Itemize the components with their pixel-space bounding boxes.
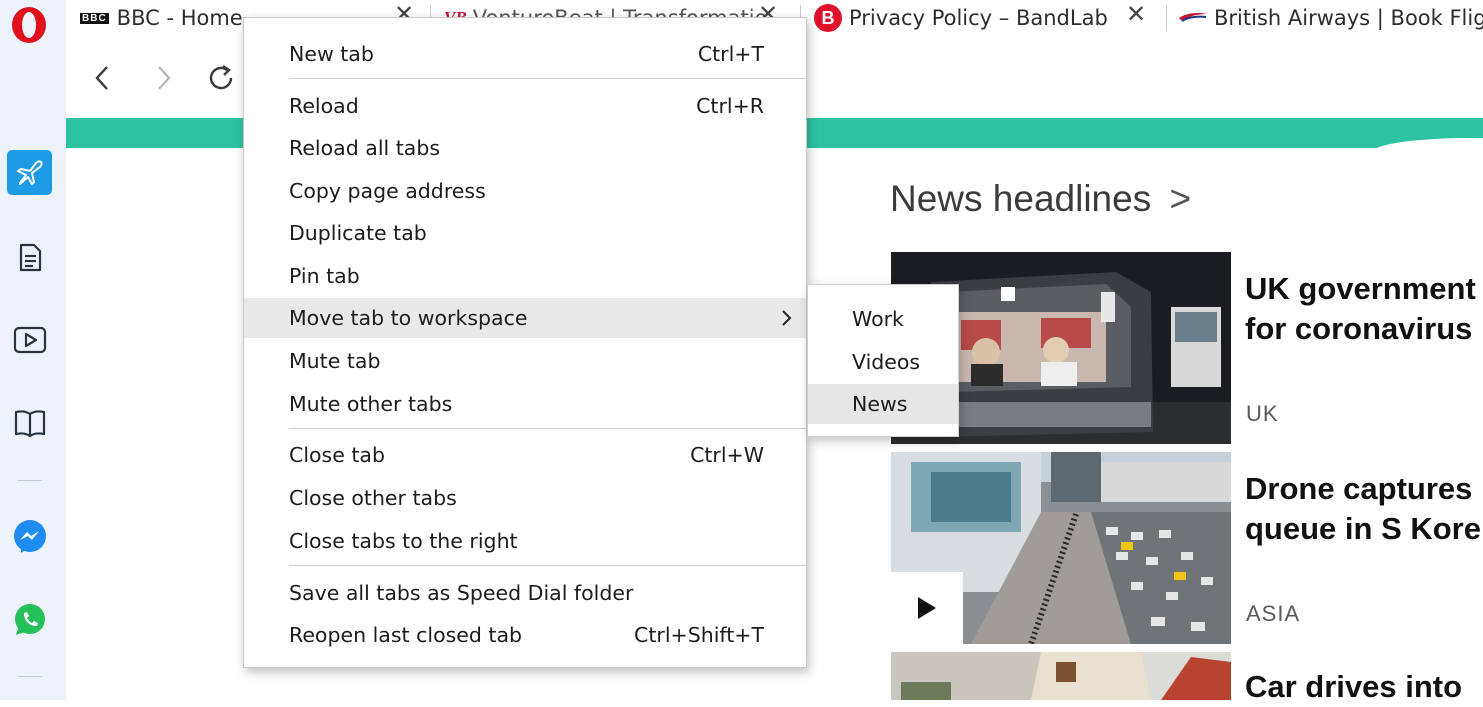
- menu-item-duplicate-tab[interactable]: Duplicate tab: [244, 213, 806, 253]
- menu-item-label: Save all tabs as Speed Dial folder: [289, 581, 634, 605]
- notes-icon[interactable]: [8, 236, 52, 280]
- opera-sidebar: [0, 0, 66, 700]
- menu-item-label: Close tab: [289, 443, 385, 467]
- workspace-submenu: Work Videos News: [807, 284, 959, 437]
- menu-separator: [289, 565, 807, 566]
- story-tag[interactable]: UK: [1246, 401, 1279, 427]
- tab-context-menu: New tab Ctrl+T Reload Ctrl+R Reload all …: [243, 17, 807, 668]
- menu-item-label: Copy page address: [289, 179, 486, 203]
- forward-icon[interactable]: [148, 63, 178, 93]
- back-icon[interactable]: [88, 63, 118, 93]
- bandlab-favicon-icon: B: [814, 4, 842, 32]
- workspace-item-videos[interactable]: Videos: [808, 342, 958, 382]
- menu-item-label: Mute other tabs: [289, 392, 453, 416]
- workspace-item-label: Work: [852, 307, 904, 331]
- bookmarks-reader-icon[interactable]: [8, 401, 52, 445]
- story-tag[interactable]: ASIA: [1246, 601, 1300, 627]
- tab-british-airways[interactable]: British Airways | Book Flight: [1178, 0, 1483, 36]
- story-title[interactable]: UK government for coronavirus: [1245, 269, 1476, 349]
- menu-separator: [289, 78, 807, 79]
- workspace-item-label: News: [852, 392, 908, 416]
- menu-item-close-tabs-to-right[interactable]: Close tabs to the right: [244, 521, 806, 561]
- workspace-item-label: Videos: [852, 350, 921, 374]
- sidebar-divider: [18, 676, 42, 677]
- story-title[interactable]: Car drives into: [1245, 667, 1462, 707]
- tab-bandlab[interactable]: B Privacy Policy – BandLab UK ✕: [814, 0, 1148, 36]
- menu-item-mute-tab[interactable]: Mute tab: [244, 341, 806, 381]
- menu-item-shortcut: Ctrl+T: [697, 42, 764, 66]
- menu-item-label: Reopen last closed tab: [289, 623, 523, 647]
- tab-divider: [1166, 5, 1167, 31]
- menu-item-label: Mute tab: [289, 349, 381, 373]
- menu-item-label: New tab: [289, 42, 374, 66]
- tab-title: British Airways | Book Flight: [1214, 6, 1483, 30]
- play-video-button[interactable]: [891, 572, 963, 644]
- menu-item-label: Duplicate tab: [289, 221, 427, 245]
- menu-item-label: Close other tabs: [289, 486, 457, 510]
- player-icon[interactable]: [8, 318, 52, 362]
- menu-item-label: Reload all tabs: [289, 136, 441, 160]
- story-image-car[interactable]: [891, 652, 1231, 700]
- menu-item-label: Move tab to workspace: [289, 306, 528, 330]
- section-title: News headlines: [890, 178, 1152, 219]
- british-airways-favicon-icon: [1178, 12, 1208, 24]
- chevron-right-icon: >: [1169, 178, 1192, 219]
- menu-item-new-tab[interactable]: New tab Ctrl+T: [244, 34, 806, 74]
- news-headlines-heading[interactable]: News headlines >: [890, 178, 1191, 220]
- menu-item-mute-other-tabs[interactable]: Mute other tabs: [244, 384, 806, 424]
- story-title-line: Car drives into: [1245, 669, 1463, 704]
- reload-icon[interactable]: [206, 63, 236, 93]
- menu-item-shortcut: Ctrl+W: [690, 443, 764, 467]
- messenger-icon[interactable]: [8, 515, 52, 559]
- menu-item-label: Reload: [289, 94, 359, 118]
- tab-title: Privacy Policy – BandLab UK: [849, 6, 1107, 30]
- menu-item-reopen-last-closed-tab[interactable]: Reopen last closed tab Ctrl+Shift+T: [244, 615, 806, 655]
- workspace-item-work[interactable]: Work: [808, 299, 958, 339]
- story-title[interactable]: Drone captures queue in S Kore: [1245, 469, 1481, 549]
- opera-logo-icon[interactable]: [10, 5, 48, 45]
- menu-item-pin-tab[interactable]: Pin tab: [244, 256, 806, 296]
- menu-item-close-other-tabs[interactable]: Close other tabs: [244, 478, 806, 518]
- flights-workspace-icon[interactable]: [7, 150, 52, 195]
- menu-item-label: Pin tab: [289, 264, 360, 288]
- sidebar-divider: [18, 480, 42, 481]
- menu-item-save-speed-dial-folder[interactable]: Save all tabs as Speed Dial folder: [244, 573, 806, 613]
- story-title-line: for coronavirus: [1245, 311, 1473, 346]
- menu-item-shortcut: Ctrl+Shift+T: [634, 623, 764, 647]
- menu-item-label: Close tabs to the right: [289, 529, 518, 553]
- chevron-right-icon: [780, 308, 794, 333]
- menu-item-move-tab-to-workspace[interactable]: Move tab to workspace: [244, 298, 806, 338]
- menu-separator: [289, 428, 807, 429]
- menu-item-shortcut: Ctrl+R: [696, 94, 764, 118]
- menu-item-reload[interactable]: Reload Ctrl+R: [244, 86, 806, 126]
- close-tab-icon[interactable]: ✕: [1126, 0, 1146, 28]
- menu-item-copy-page-address[interactable]: Copy page address: [244, 171, 806, 211]
- whatsapp-icon[interactable]: [8, 598, 52, 642]
- menu-item-close-tab[interactable]: Close tab Ctrl+W: [244, 435, 806, 475]
- workspace-item-news[interactable]: News: [808, 384, 958, 424]
- story-title-line: Drone captures: [1245, 471, 1473, 506]
- bbc-favicon-icon: BBC: [80, 12, 109, 24]
- story-title-line: queue in S Kore: [1245, 511, 1481, 546]
- tab-title: BBC - Home: [116, 6, 243, 30]
- story-title-line: UK government: [1245, 271, 1476, 306]
- menu-item-reload-all-tabs[interactable]: Reload all tabs: [244, 128, 806, 168]
